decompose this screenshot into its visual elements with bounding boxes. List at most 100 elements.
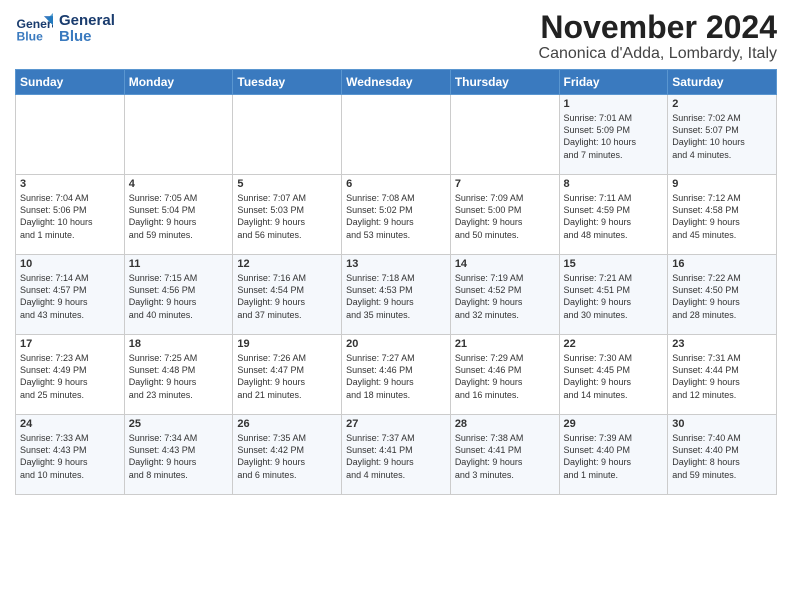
header: General Blue General Blue November 2024 …: [15, 10, 777, 63]
day-cell: 4 Sunrise: 7:05 AM Sunset: 5:04 PM Daylig…: [124, 175, 233, 255]
col-header-tuesday: Tuesday: [233, 70, 342, 95]
day-info: Sunrise: 7:38 AM Sunset: 4:41 PM Dayligh…: [455, 432, 555, 481]
calendar-table: SundayMondayTuesdayWednesdayThursdayFrid…: [15, 69, 777, 495]
day-info: Sunrise: 7:19 AM Sunset: 4:52 PM Dayligh…: [455, 272, 555, 321]
day-cell: 22 Sunrise: 7:30 AM Sunset: 4:45 PM Dayli…: [559, 335, 668, 415]
day-number: 21: [455, 338, 555, 350]
day-cell: 27 Sunrise: 7:37 AM Sunset: 4:41 PM Dayli…: [342, 415, 451, 495]
day-cell: 15 Sunrise: 7:21 AM Sunset: 4:51 PM Dayli…: [559, 255, 668, 335]
day-cell: [16, 95, 125, 175]
day-number: 14: [455, 258, 555, 270]
col-header-sunday: Sunday: [16, 70, 125, 95]
day-info: Sunrise: 7:22 AM Sunset: 4:50 PM Dayligh…: [672, 272, 772, 321]
day-info: Sunrise: 7:33 AM Sunset: 4:43 PM Dayligh…: [20, 432, 120, 481]
day-number: 11: [129, 258, 229, 270]
day-info: Sunrise: 7:31 AM Sunset: 4:44 PM Dayligh…: [672, 352, 772, 401]
day-cell: 8 Sunrise: 7:11 AM Sunset: 4:59 PM Daylig…: [559, 175, 668, 255]
day-number: 20: [346, 338, 446, 350]
day-number: 13: [346, 258, 446, 270]
day-cell: 17Sunrise: 7:23 AM Sunset: 4:49 PM Dayli…: [16, 335, 125, 415]
day-info: Sunrise: 7:26 AM Sunset: 4:47 PM Dayligh…: [237, 352, 337, 401]
week-row-3: 17Sunrise: 7:23 AM Sunset: 4:49 PM Dayli…: [16, 335, 777, 415]
day-info: Sunrise: 7:27 AM Sunset: 4:46 PM Dayligh…: [346, 352, 446, 401]
day-cell: 1 Sunrise: 7:01 AM Sunset: 5:09 PM Daylig…: [559, 95, 668, 175]
day-info: Sunrise: 7:01 AM Sunset: 5:09 PM Dayligh…: [564, 112, 664, 161]
header-row: SundayMondayTuesdayWednesdayThursdayFrid…: [16, 70, 777, 95]
calendar-subtitle: Canonica d'Adda, Lombardy, Italy: [539, 45, 777, 63]
day-number: 22: [564, 338, 664, 350]
day-number: 29: [564, 418, 664, 430]
day-cell: 30 Sunrise: 7:40 AM Sunset: 4:40 PM Dayli…: [668, 415, 777, 495]
day-cell: 21 Sunrise: 7:29 AM Sunset: 4:46 PM Dayli…: [450, 335, 559, 415]
day-cell: [342, 95, 451, 175]
day-cell: 2 Sunrise: 7:02 AM Sunset: 5:07 PM Daylig…: [668, 95, 777, 175]
day-info: Sunrise: 7:30 AM Sunset: 4:45 PM Dayligh…: [564, 352, 664, 401]
week-row-2: 10 Sunrise: 7:14 AM Sunset: 4:57 PM Dayli…: [16, 255, 777, 335]
day-info: Sunrise: 7:40 AM Sunset: 4:40 PM Dayligh…: [672, 432, 772, 481]
day-info: Sunrise: 7:29 AM Sunset: 4:46 PM Dayligh…: [455, 352, 555, 401]
day-number: 15: [564, 258, 664, 270]
day-number: 27: [346, 418, 446, 430]
day-cell: 28Sunrise: 7:38 AM Sunset: 4:41 PM Dayli…: [450, 415, 559, 495]
day-info: Sunrise: 7:02 AM Sunset: 5:07 PM Dayligh…: [672, 112, 772, 161]
day-number: 26: [237, 418, 337, 430]
day-number: 10: [20, 258, 120, 270]
day-cell: 11 Sunrise: 7:15 AM Sunset: 4:56 PM Dayli…: [124, 255, 233, 335]
day-info: Sunrise: 7:08 AM Sunset: 5:02 PM Dayligh…: [346, 192, 446, 241]
day-info: Sunrise: 7:12 AM Sunset: 4:58 PM Dayligh…: [672, 192, 772, 241]
day-cell: 29Sunrise: 7:39 AM Sunset: 4:40 PM Dayli…: [559, 415, 668, 495]
day-cell: 3 Sunrise: 7:04 AM Sunset: 5:06 PM Daylig…: [16, 175, 125, 255]
day-cell: 13Sunrise: 7:18 AM Sunset: 4:53 PM Dayli…: [342, 255, 451, 335]
day-number: 5: [237, 178, 337, 190]
day-info: Sunrise: 7:34 AM Sunset: 4:43 PM Dayligh…: [129, 432, 229, 481]
col-header-wednesday: Wednesday: [342, 70, 451, 95]
day-number: 30: [672, 418, 772, 430]
day-number: 19: [237, 338, 337, 350]
day-info: Sunrise: 7:23 AM Sunset: 4:49 PM Dayligh…: [20, 352, 120, 401]
day-number: 25: [129, 418, 229, 430]
week-row-4: 24Sunrise: 7:33 AM Sunset: 4:43 PM Dayli…: [16, 415, 777, 495]
day-cell: 19 Sunrise: 7:26 AM Sunset: 4:47 PM Dayli…: [233, 335, 342, 415]
day-number: 16: [672, 258, 772, 270]
day-cell: 25 Sunrise: 7:34 AM Sunset: 4:43 PM Dayli…: [124, 415, 233, 495]
day-info: Sunrise: 7:21 AM Sunset: 4:51 PM Dayligh…: [564, 272, 664, 321]
day-cell: 5 Sunrise: 7:07 AM Sunset: 5:03 PM Daylig…: [233, 175, 342, 255]
logo-line2: Blue: [59, 29, 115, 46]
day-info: Sunrise: 7:37 AM Sunset: 4:41 PM Dayligh…: [346, 432, 446, 481]
day-cell: 10 Sunrise: 7:14 AM Sunset: 4:57 PM Dayli…: [16, 255, 125, 335]
day-number: 23: [672, 338, 772, 350]
day-cell: 7Sunrise: 7:09 AM Sunset: 5:00 PM Daylig…: [450, 175, 559, 255]
day-number: 1: [564, 98, 664, 110]
svg-text:Blue: Blue: [17, 29, 44, 43]
day-number: 9: [672, 178, 772, 190]
day-info: Sunrise: 7:14 AM Sunset: 4:57 PM Dayligh…: [20, 272, 120, 321]
day-number: 3: [20, 178, 120, 190]
day-cell: 24Sunrise: 7:33 AM Sunset: 4:43 PM Dayli…: [16, 415, 125, 495]
day-cell: [450, 95, 559, 175]
day-cell: [233, 95, 342, 175]
title-block: November 2024 Canonica d'Adda, Lombardy,…: [539, 10, 777, 63]
day-cell: 18Sunrise: 7:25 AM Sunset: 4:48 PM Dayli…: [124, 335, 233, 415]
day-cell: [124, 95, 233, 175]
page: General Blue General Blue November 2024 …: [0, 0, 792, 505]
day-number: 6: [346, 178, 446, 190]
day-info: Sunrise: 7:04 AM Sunset: 5:06 PM Dayligh…: [20, 192, 120, 241]
day-info: Sunrise: 7:07 AM Sunset: 5:03 PM Dayligh…: [237, 192, 337, 241]
day-cell: 26 Sunrise: 7:35 AM Sunset: 4:42 PM Dayli…: [233, 415, 342, 495]
day-number: 8: [564, 178, 664, 190]
logo-icon: General Blue: [15, 10, 53, 48]
day-info: Sunrise: 7:05 AM Sunset: 5:04 PM Dayligh…: [129, 192, 229, 241]
day-cell: 9 Sunrise: 7:12 AM Sunset: 4:58 PM Daylig…: [668, 175, 777, 255]
day-cell: 14 Sunrise: 7:19 AM Sunset: 4:52 PM Dayli…: [450, 255, 559, 335]
day-cell: 12Sunrise: 7:16 AM Sunset: 4:54 PM Dayli…: [233, 255, 342, 335]
day-info: Sunrise: 7:11 AM Sunset: 4:59 PM Dayligh…: [564, 192, 664, 241]
day-info: Sunrise: 7:15 AM Sunset: 4:56 PM Dayligh…: [129, 272, 229, 321]
col-header-saturday: Saturday: [668, 70, 777, 95]
day-number: 4: [129, 178, 229, 190]
col-header-thursday: Thursday: [450, 70, 559, 95]
week-row-1: 3 Sunrise: 7:04 AM Sunset: 5:06 PM Daylig…: [16, 175, 777, 255]
logo: General Blue General Blue: [15, 10, 115, 48]
day-number: 18: [129, 338, 229, 350]
day-number: 2: [672, 98, 772, 110]
day-info: Sunrise: 7:35 AM Sunset: 4:42 PM Dayligh…: [237, 432, 337, 481]
